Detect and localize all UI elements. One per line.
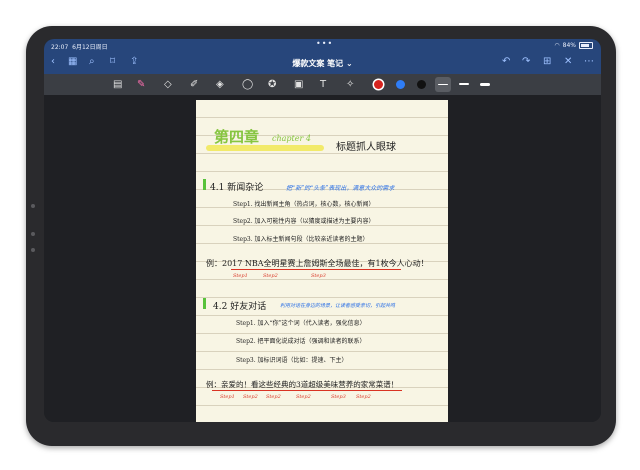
more-icon[interactable]: ⋯ (584, 56, 594, 67)
underline-stroke (231, 269, 401, 270)
thickness-thick[interactable] (480, 83, 490, 86)
chapter-heading-en: chapter 4 (272, 134, 311, 143)
red-step-label: Step3 (311, 273, 326, 279)
battery-icon (579, 42, 593, 49)
red-step-label: Step2 (296, 394, 311, 400)
section-4-1-step1: Step1. 找出新闻主角（热点词，核心数，核心新闻） (233, 201, 375, 208)
red-step-label: Step2 (266, 394, 281, 400)
image-icon[interactable]: ▣ (294, 78, 303, 91)
shapes-icon[interactable]: ◈ (216, 78, 224, 91)
thickness-medium[interactable] (459, 83, 469, 85)
color-blue-swatch[interactable] (396, 80, 405, 89)
thickness-thin[interactable] (438, 84, 448, 85)
section-4-2-note: 利用对话在身边的场景，让读者感受亲切，引起共鸣 (280, 303, 396, 309)
ipad-screen: 22:07 6月12日周日 ••• ◠ 84% ‹ ▦ ⌕ ⌑ ⇪ 爆款文案 笔… (44, 39, 601, 422)
section-marker-bar (203, 298, 206, 309)
side-sensor-dot (31, 232, 35, 236)
section-4-1-step2: Step2. 加入可能性内容（以猜度或描述为主要内容） (233, 218, 375, 225)
add-page-icon[interactable]: ⊞ (543, 56, 551, 67)
redo-icon[interactable]: ↷ (522, 56, 530, 67)
eraser-icon[interactable]: ◇ (164, 78, 172, 91)
section-4-2-example: 例：亲爱的！看这些经典的3道超级美味营养的家常菜谱！ (206, 380, 399, 389)
wifi-icon: ◠ (554, 42, 560, 49)
pen-tool-icon[interactable]: ✎ (137, 78, 145, 91)
lasso-icon[interactable]: ◯ (242, 78, 253, 91)
red-step-label: Step1 (220, 394, 235, 400)
side-camera-dot (31, 204, 35, 208)
red-step-label: Step2 (263, 273, 278, 279)
navigation-bar: ‹ ▦ ⌕ ⌑ ⇪ 爆款文案 笔记 ⌄ ↶ ↷ ⊞ ✕ ⋯ (44, 52, 601, 74)
color-black-swatch[interactable] (417, 80, 426, 89)
undo-icon[interactable]: ↶ (502, 56, 510, 67)
document-title[interactable]: 爆款文案 笔记 ⌄ (44, 58, 601, 69)
section-4-1-title: 4.1 新闻杂论 (210, 183, 264, 193)
chapter-heading-cn: 第四章 (214, 128, 260, 146)
status-bar: 22:07 6月12日周日 ••• ◠ 84% (44, 39, 601, 52)
highlighter-icon[interactable]: ✐ (190, 78, 198, 91)
chapter-title: 标题抓人眼球 (336, 142, 396, 153)
red-step-label: Step3 (331, 394, 346, 400)
red-step-label: Step2 (243, 394, 258, 400)
close-icon[interactable]: ✕ (564, 56, 572, 67)
underline-stroke (212, 390, 402, 391)
section-4-1-step3: Step3. 加入标主新闻句段（比较亲近读者的主题） (233, 236, 369, 243)
laser-pointer-icon[interactable]: ✧ (346, 78, 354, 91)
red-step-label: Step1 (233, 273, 248, 279)
side-sensor-dot (31, 248, 35, 252)
section-4-1-example: 例：2017 NBA全明星赛上詹姆斯全场最佳，有1枚今人心动！ (206, 259, 429, 268)
sticker-icon[interactable]: ✪ (268, 78, 276, 91)
section-4-2-step2: Step2. 把平面化说成对话（强调和读者的联系） (236, 338, 366, 345)
status-time: 22:07 6月12日周日 (51, 44, 108, 51)
color-red-swatch[interactable] (374, 80, 383, 89)
note-page[interactable]: 第四章 chapter 4 标题抓人眼球 4.1 新闻杂论 把“新”的“头条”表… (196, 100, 448, 422)
text-tool-icon[interactable]: T (320, 78, 326, 91)
section-4-2-step3: Step3. 加标识词语（比如：提速、下主） (236, 357, 348, 364)
section-4-2-title: 4.2 好友对话 (213, 302, 267, 312)
red-step-label: Step2 (356, 394, 371, 400)
note-canvas[interactable]: 第四章 chapter 4 标题抓人眼球 4.1 新闻杂论 把“新”的“头条”表… (44, 95, 601, 422)
section-4-1-note: 把“新”的“头条”表现出，满意大众的需求 (286, 185, 395, 192)
section-4-2-step1: Step1. 加入“你”这个词（代入读者，强化信息） (236, 320, 366, 327)
section-marker-bar (203, 179, 206, 190)
reading-mode-icon[interactable]: ▤ (113, 78, 122, 91)
battery-percent: 84% (562, 42, 576, 49)
multitask-dots-icon[interactable]: ••• (316, 39, 333, 48)
tool-bar: ▤ ✎ ◇ ✐ ◈ ◯ ✪ ▣ T ✧ (44, 74, 601, 95)
